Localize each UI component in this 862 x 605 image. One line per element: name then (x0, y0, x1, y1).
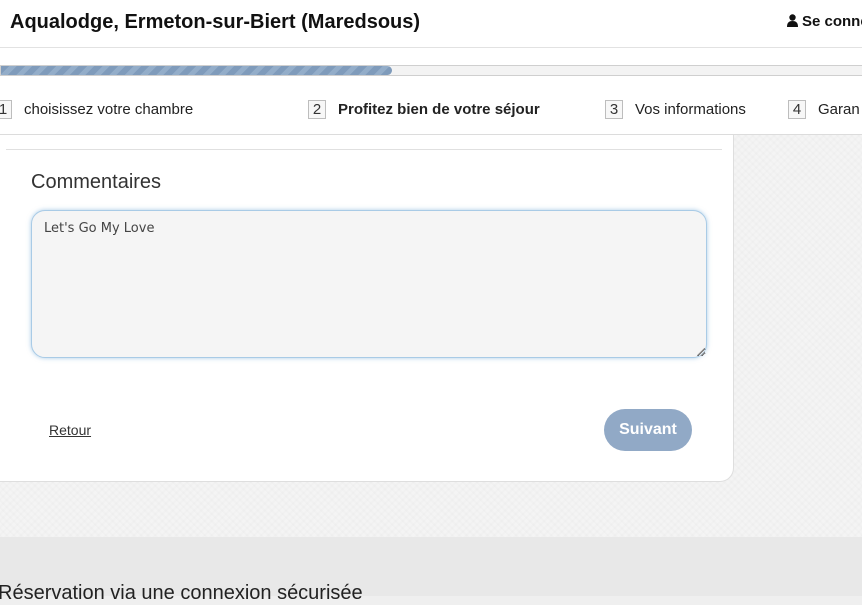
step-number: 2 (308, 100, 326, 119)
step-label: choisissez votre chambre (24, 101, 194, 118)
step-label: Garan (818, 101, 860, 118)
login-link[interactable]: Se conne (787, 13, 862, 30)
step-label: Profitez bien de votre séjour (338, 101, 540, 118)
resize-handle[interactable] (697, 348, 705, 356)
step-number: 4 (788, 100, 806, 119)
login-label: Se conne (802, 13, 862, 30)
comments-textarea[interactable]: Let's Go My Love (31, 210, 707, 358)
progress-fill (1, 66, 392, 75)
hotel-title: Aqualodge, Ermeton-sur-Biert (Maredsous) (10, 11, 421, 33)
step-3[interactable]: 3 Vos informations (605, 100, 746, 119)
back-link[interactable]: Retour (49, 422, 91, 438)
progress-bar (0, 65, 862, 76)
step-number: 1 (0, 100, 12, 119)
next-button[interactable]: Suivant (604, 409, 692, 451)
secure-booking-text: Réservation via une connexion sécurisée (0, 582, 363, 604)
step-4[interactable]: 4 Garan (788, 100, 860, 119)
top-header: Aqualodge, Ermeton-sur-Biert (Maredsous)… (0, 0, 862, 48)
comments-title: Commentaires (31, 171, 162, 193)
step-1[interactable]: 1 choisissez votre chambre (0, 100, 193, 119)
step-2[interactable]: 2 Profitez bien de votre séjour (308, 100, 540, 119)
booking-progress: 1 choisissez votre chambre 2 Profitez bien… (0, 48, 862, 135)
user-icon (787, 14, 798, 27)
step-label: Vos informations (635, 101, 746, 118)
panel-divider (6, 149, 722, 150)
step-number: 3 (605, 100, 623, 119)
